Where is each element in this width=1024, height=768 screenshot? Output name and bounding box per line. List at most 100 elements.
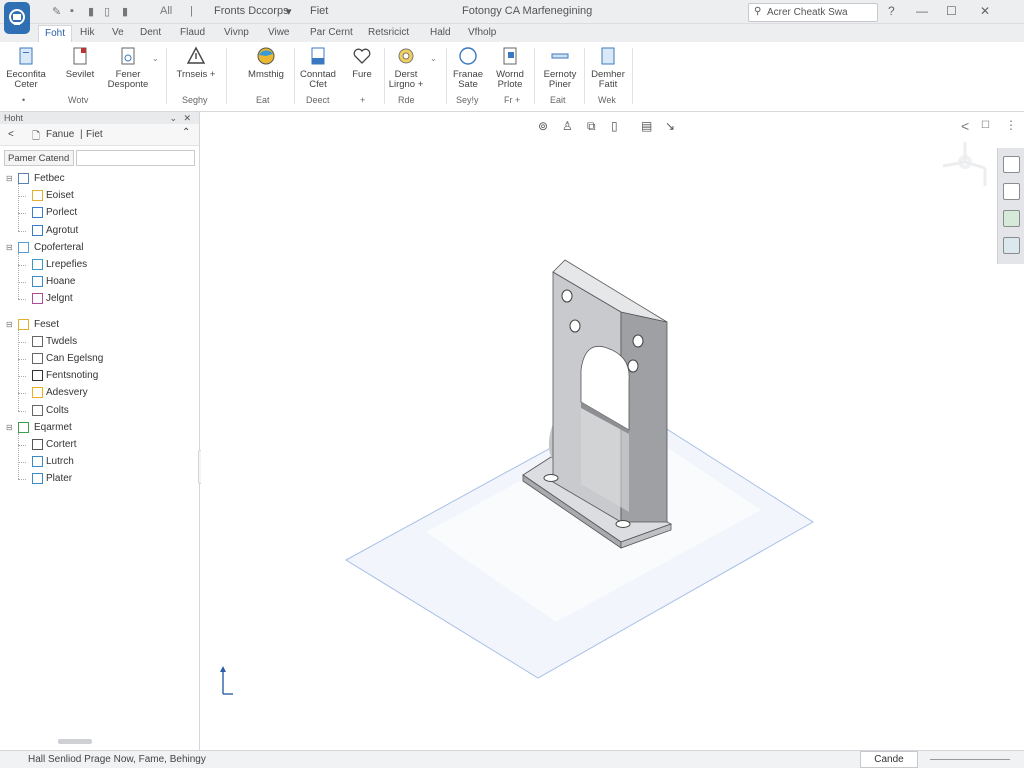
expand-icon[interactable]: ⊟: [6, 421, 13, 435]
expand-icon[interactable]: ⊟: [6, 318, 13, 332]
ribbon-button-2[interactable]: Sevilet: [54, 46, 106, 80]
tree-item[interactable]: Twdels: [18, 335, 190, 349]
tree-connector: [18, 196, 26, 198]
tree-item-label: Adesvery: [46, 387, 88, 399]
tree-item[interactable]: Can Egelsng: [18, 352, 190, 366]
tree-item-label: Fentsnoting: [46, 370, 99, 382]
close-icon[interactable]: ✕: [183, 112, 191, 124]
view-tools-strip: [997, 148, 1024, 264]
view-edit-icon[interactable]: [1003, 183, 1020, 200]
cancel-button[interactable]: Cande: [860, 751, 918, 768]
tab-11[interactable]: Vfholp: [468, 27, 496, 38]
chevron-down-icon[interactable]: ⌄: [430, 54, 437, 63]
tree-item[interactable]: Fentsnoting: [18, 369, 190, 383]
ribbon-button-1-label2: Ceter: [14, 79, 38, 90]
tab-10[interactable]: Hald: [430, 27, 451, 38]
ribbon-button-3[interactable]: Fener Desponte: [102, 46, 154, 90]
axis-triad-icon: [220, 666, 233, 695]
redo-icon[interactable]: ▮: [88, 5, 94, 18]
ribbon-button-12[interactable]: Demher Fatit: [582, 46, 634, 90]
nav-separator: |: [80, 129, 83, 140]
ribbon-button-4[interactable]: Trnseis +: [170, 46, 222, 80]
tab-4[interactable]: Dent: [140, 27, 161, 38]
expand-icon[interactable]: ⊟: [6, 172, 13, 186]
tree-item-label: Feset: [34, 318, 60, 330]
minimize-button[interactable]: —: [916, 4, 928, 18]
maximize-button[interactable]: ☐: [946, 4, 957, 18]
quick-access-all[interactable]: All: [160, 5, 172, 17]
app-logo[interactable]: [4, 2, 30, 34]
tree-connector: [18, 359, 26, 360]
search-input[interactable]: ⚲ Acrer Cheatk Swa: [748, 3, 878, 22]
save-icon[interactable]: ✎: [52, 5, 61, 18]
tree-item[interactable]: ⊟ Cpoferteral: [6, 241, 190, 255]
back-button[interactable]: <: [8, 129, 14, 140]
page-icon: [73, 47, 87, 65]
view-document-icon[interactable]: [1003, 156, 1020, 173]
help-icon[interactable]: ?: [888, 4, 895, 18]
tree-item[interactable]: Cortert: [18, 438, 190, 452]
tree-item[interactable]: Plater: [18, 472, 190, 486]
filter-input[interactable]: [76, 150, 195, 166]
chevron-down-icon[interactable]: ⌄: [152, 54, 159, 63]
tree-item[interactable]: ⊟ Eqarmet: [6, 421, 190, 435]
ribbon-button-11-label2: Piner: [548, 79, 572, 90]
tab-9[interactable]: Retsricict: [368, 27, 409, 38]
tab-8[interactable]: Par Cernt: [310, 27, 353, 38]
ribbon-button-5[interactable]: Mmsthig: [240, 46, 292, 80]
3d-viewport[interactable]: ⊚ ♙ ⧉ ▯ ▤ ↘ < ☐ ⋮: [201, 112, 1024, 750]
tree-item-label: Lrepefies: [46, 259, 88, 270]
doc-icon: [503, 47, 517, 65]
tree-connector: [18, 299, 26, 301]
ribbon-button-10[interactable]: Wornd Prlote: [484, 46, 536, 90]
tree-item[interactable]: Colts: [18, 404, 190, 418]
close-button[interactable]: ✕: [980, 4, 990, 18]
tab-7[interactable]: Viwe: [268, 27, 290, 38]
ribbon-button-1[interactable]: Eeconfita Ceter: [0, 46, 52, 90]
tree-item[interactable]: ⊟ Feset: [6, 318, 190, 332]
group-label-10: Eait: [550, 95, 566, 105]
filter-dropdown[interactable]: Pamer Catend: [4, 150, 74, 166]
tree-item[interactable]: Eoiset: [18, 189, 190, 203]
chevron-up-icon[interactable]: ⌃: [182, 127, 190, 138]
expand-icon[interactable]: ⊟: [6, 241, 13, 255]
tree-item[interactable]: Porlect: [18, 206, 190, 220]
tree-item-label: Jelgnt: [46, 293, 73, 305]
tab-home[interactable]: Foht: [38, 25, 73, 42]
tree-connector: [18, 329, 19, 411]
tree-connector: [18, 376, 26, 378]
view-render-icon[interactable]: [1003, 237, 1020, 254]
tree-item-label: Colts: [46, 404, 69, 416]
tree-item[interactable]: Jelgnt: [18, 292, 190, 306]
pin-icon[interactable]: ⌄: [169, 112, 177, 124]
tree-item[interactable]: Hoane: [18, 275, 190, 289]
horizontal-scrollbar[interactable]: [58, 739, 92, 744]
ribbon-button-9-label2: Sate: [458, 79, 478, 90]
new-icon[interactable]: ▮: [122, 5, 128, 18]
tree-item[interactable]: Adesvery: [18, 386, 190, 400]
tree-item[interactable]: Lrepefies: [18, 258, 190, 272]
ribbon-button-11[interactable]: Eernoty Piner: [534, 46, 586, 90]
tree-item[interactable]: Lutrch: [18, 455, 190, 469]
ribbon-button-8[interactable]: Derst Lirgno +: [380, 46, 432, 90]
tree-item[interactable]: ⊟ Fetbec: [6, 172, 190, 186]
tree-connector: [18, 230, 26, 232]
panel-title: Hoht: [4, 113, 24, 123]
page-icon: [19, 47, 33, 65]
zoom-slider[interactable]: [930, 759, 1010, 760]
tab-5[interactable]: Flaud: [180, 27, 205, 38]
document-menu[interactable]: Fronts Dccorps: [214, 5, 289, 17]
undo-icon[interactable]: ▪: [70, 5, 74, 17]
ribbon-divider: [226, 48, 227, 104]
chevron-down-icon[interactable]: ▾: [286, 5, 292, 18]
tab-2[interactable]: Hik: [80, 27, 94, 38]
tree-connector: [18, 341, 26, 343]
page-icon: [601, 47, 615, 65]
tree-item[interactable]: Agrotut: [18, 224, 190, 238]
tab-6[interactable]: Vivnp: [224, 27, 249, 38]
view-layers-icon[interactable]: [1003, 210, 1020, 227]
print-icon[interactable]: ▯: [104, 5, 110, 18]
group-label-5: Deect: [306, 95, 330, 105]
tab-3[interactable]: Ve: [112, 27, 124, 38]
ribbon-button-2-label: Sevilet: [65, 69, 95, 80]
